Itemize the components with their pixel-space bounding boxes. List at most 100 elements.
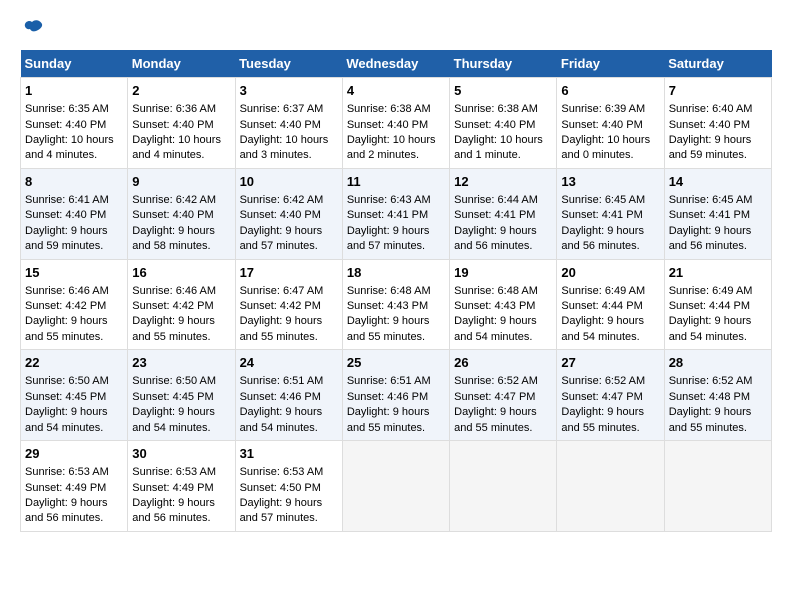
daylight: Daylight: 9 hours and 55 minutes.: [132, 315, 215, 342]
day-cell: 19Sunrise: 6:48 AMSunset: 4:43 PMDayligh…: [450, 259, 557, 350]
day-cell: 11Sunrise: 6:43 AMSunset: 4:41 PMDayligh…: [342, 168, 449, 259]
day-cell: 31Sunrise: 6:53 AMSunset: 4:50 PMDayligh…: [235, 441, 342, 532]
sunset: Sunset: 4:43 PM: [347, 300, 428, 312]
day-number: 9: [132, 173, 230, 191]
day-number: 18: [347, 264, 445, 282]
header-cell-tuesday: Tuesday: [235, 50, 342, 78]
day-number: 27: [561, 354, 659, 372]
header-cell-friday: Friday: [557, 50, 664, 78]
sunrise: Sunrise: 6:44 AM: [454, 194, 538, 206]
day-cell: 26Sunrise: 6:52 AMSunset: 4:47 PMDayligh…: [450, 350, 557, 441]
daylight: Daylight: 9 hours and 54 minutes.: [132, 406, 215, 433]
sunset: Sunset: 4:40 PM: [669, 119, 750, 131]
week-row-5: 29 Sunrise: 6:53 AM Sunset: 4:49 PM Dayligh…: [21, 441, 772, 532]
day-cell: 13Sunrise: 6:45 AMSunset: 4:41 PMDayligh…: [557, 168, 664, 259]
daylight: Daylight: 9 hours and 55 minutes.: [669, 406, 752, 433]
day-cell: 22Sunrise: 6:50 AMSunset: 4:45 PMDayligh…: [21, 350, 128, 441]
day-cell: [664, 441, 771, 532]
daylight: Daylight: 9 hours and 54 minutes.: [454, 315, 537, 342]
day-cell: [342, 441, 449, 532]
sunrise: Sunrise: 6:38 AM: [454, 103, 538, 115]
day-cell: 3 Sunrise: 6:37 AM Sunset: 4:40 PM Daylight…: [235, 78, 342, 169]
sunrise: Sunrise: 6:35 AM: [25, 103, 109, 115]
sunrise: Sunrise: 6:49 AM: [669, 285, 753, 297]
day-cell: 15Sunrise: 6:46 AMSunset: 4:42 PMDayligh…: [21, 259, 128, 350]
day-cell: [450, 441, 557, 532]
header-cell-monday: Monday: [128, 50, 235, 78]
daylight: Daylight: 9 hours and 56 minutes.: [132, 497, 215, 524]
day-number: 11: [347, 173, 445, 191]
daylight: Daylight: 10 hours and 0 minutes.: [561, 134, 650, 161]
day-cell: 21Sunrise: 6:49 AMSunset: 4:44 PMDayligh…: [664, 259, 771, 350]
daylight: Daylight: 9 hours and 54 minutes.: [240, 406, 323, 433]
day-number: 25: [347, 354, 445, 372]
day-number: 29: [25, 445, 123, 463]
sunset: Sunset: 4:46 PM: [347, 391, 428, 403]
daylight: Daylight: 9 hours and 59 minutes.: [25, 225, 108, 252]
day-number: 8: [25, 173, 123, 191]
sunrise: Sunrise: 6:37 AM: [240, 103, 324, 115]
day-cell: 14Sunrise: 6:45 AMSunset: 4:41 PMDayligh…: [664, 168, 771, 259]
week-row-3: 15 Sunrise: 6:46 AM Sunset: 4:42 PM Dayligh…: [21, 259, 772, 350]
header-cell-saturday: Saturday: [664, 50, 771, 78]
day-number: 14: [669, 173, 767, 191]
sunrise: Sunrise: 6:45 AM: [669, 194, 753, 206]
sunrise: Sunrise: 6:43 AM: [347, 194, 431, 206]
day-number: 10: [240, 173, 338, 191]
day-number: 13: [561, 173, 659, 191]
sunset: Sunset: 4:41 PM: [454, 209, 535, 221]
day-number: 19: [454, 264, 552, 282]
sunset: Sunset: 4:45 PM: [25, 391, 106, 403]
sunset: Sunset: 4:46 PM: [240, 391, 321, 403]
daylight: Daylight: 9 hours and 55 minutes.: [454, 406, 537, 433]
sunset: Sunset: 4:47 PM: [454, 391, 535, 403]
sunset: Sunset: 4:40 PM: [347, 119, 428, 131]
day-number: 15: [25, 264, 123, 282]
day-number: 3: [240, 82, 338, 100]
day-number: 20: [561, 264, 659, 282]
daylight: Daylight: 9 hours and 59 minutes.: [669, 134, 752, 161]
sunset: Sunset: 4:48 PM: [669, 391, 750, 403]
sunset: Sunset: 4:44 PM: [561, 300, 642, 312]
sunrise: Sunrise: 6:50 AM: [132, 375, 216, 387]
sunset: Sunset: 4:40 PM: [25, 209, 106, 221]
sunrise: Sunrise: 6:42 AM: [132, 194, 216, 206]
daylight: Daylight: 9 hours and 56 minutes.: [561, 225, 644, 252]
sunset: Sunset: 4:40 PM: [454, 119, 535, 131]
page-header: [20, 16, 772, 40]
sunset: Sunset: 4:49 PM: [25, 482, 106, 494]
sunset: Sunset: 4:42 PM: [25, 300, 106, 312]
daylight: Daylight: 9 hours and 56 minutes.: [454, 225, 537, 252]
day-cell: 17Sunrise: 6:47 AMSunset: 4:42 PMDayligh…: [235, 259, 342, 350]
daylight: Daylight: 9 hours and 58 minutes.: [132, 225, 215, 252]
day-number: 6: [561, 82, 659, 100]
sunrise: Sunrise: 6:39 AM: [561, 103, 645, 115]
daylight: Daylight: 9 hours and 55 minutes.: [25, 315, 108, 342]
sunrise: Sunrise: 6:36 AM: [132, 103, 216, 115]
sunrise: Sunrise: 6:46 AM: [132, 285, 216, 297]
day-cell: 1Sunrise: 6:35 AMSunset: 4:40 PMDaylight…: [21, 78, 128, 169]
day-number: 17: [240, 264, 338, 282]
sunset: Sunset: 4:42 PM: [132, 300, 213, 312]
sunset: Sunset: 4:41 PM: [669, 209, 750, 221]
header-row: SundayMondayTuesdayWednesdayThursdayFrid…: [21, 50, 772, 78]
day-number: 31: [240, 445, 338, 463]
sunset: Sunset: 4:40 PM: [25, 119, 106, 131]
sunrise: Sunrise: 6:49 AM: [561, 285, 645, 297]
daylight: Daylight: 10 hours and 3 minutes.: [240, 134, 329, 161]
sunset: Sunset: 4:41 PM: [347, 209, 428, 221]
sunset: Sunset: 4:40 PM: [240, 119, 321, 131]
sunrise: Sunrise: 6:53 AM: [240, 466, 324, 478]
sunset: Sunset: 4:44 PM: [669, 300, 750, 312]
daylight: Daylight: 9 hours and 57 minutes.: [240, 225, 323, 252]
daylight: Daylight: 10 hours and 2 minutes.: [347, 134, 436, 161]
day-cell: 9 Sunrise: 6:42 AM Sunset: 4:40 PM Daylight…: [128, 168, 235, 259]
sunrise: Sunrise: 6:38 AM: [347, 103, 431, 115]
daylight: Daylight: 9 hours and 56 minutes.: [25, 497, 108, 524]
sunrise: Sunrise: 6:45 AM: [561, 194, 645, 206]
sunrise: Sunrise: 6:52 AM: [454, 375, 538, 387]
day-number: 22: [25, 354, 123, 372]
day-cell: 23Sunrise: 6:50 AMSunset: 4:45 PMDayligh…: [128, 350, 235, 441]
sunset: Sunset: 4:40 PM: [132, 209, 213, 221]
sunrise: Sunrise: 6:47 AM: [240, 285, 324, 297]
